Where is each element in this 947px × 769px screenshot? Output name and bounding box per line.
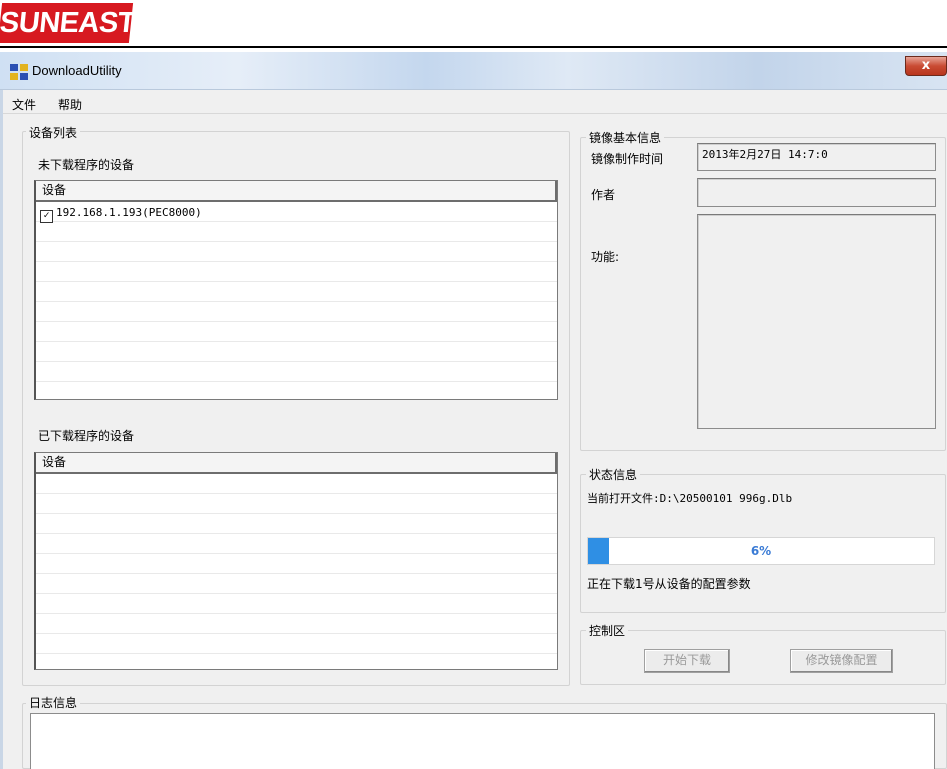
suneast-logo: SUNEAST [0,3,137,43]
close-button[interactable]: x [905,56,947,76]
log-title: 日志信息 [26,694,81,711]
author-label: 作者 [591,188,616,202]
function-field[interactable] [697,214,936,429]
control-title: 控制区 [586,622,629,639]
window-title: DownloadUtility [32,63,122,78]
author-field[interactable] [697,178,936,207]
list-grid [36,474,557,669]
header-divider [0,46,947,48]
status-title: 状态信息 [586,466,641,483]
app-icon [10,64,28,80]
current-file-text: 当前打开文件:D:\20500101 996g.Dlb [587,492,793,505]
device-checkbox[interactable]: ✓ [40,210,53,223]
close-icon: x [921,58,931,73]
status-message: 正在下载1号从设备的配置参数 [587,577,751,591]
function-label: 功能: [591,250,620,264]
pending-devices-label: 未下载程序的设备 [38,158,135,172]
device-label: 192.168.1.193(PEC8000) [56,206,202,219]
start-download-button[interactable]: 开始下载 [644,649,730,673]
modify-image-config-button[interactable]: 修改镜像配置 [790,649,893,673]
log-textarea[interactable] [30,713,935,769]
done-devices-label: 已下载程序的设备 [38,429,135,443]
done-devices-list[interactable]: 设备 [34,452,558,670]
image-time-field[interactable]: 2013年2月27日 14:7:0 [697,143,936,171]
image-info-title: 镜像基本信息 [586,129,665,146]
pending-devices-list[interactable]: 设备 ✓ 192.168.1.193(PEC8000) [34,180,558,400]
menu-file[interactable]: 文件 [12,96,36,113]
menu-help[interactable]: 帮助 [58,96,82,113]
image-time-label: 镜像制作时间 [591,152,664,166]
list-grid [36,202,557,399]
image-time-value: 2013年2月27日 14:7:0 [702,148,828,161]
menu-bar [3,91,947,114]
list-item[interactable]: ✓ 192.168.1.193(PEC8000) [40,203,202,223]
pending-list-header[interactable]: 设备 [36,181,557,202]
title-bar[interactable] [0,52,947,90]
download-progress-bar: 6% [587,537,935,565]
device-list-title: 设备列表 [26,124,81,141]
progress-percent: 6% [750,544,772,558]
done-list-header[interactable]: 设备 [36,453,557,474]
